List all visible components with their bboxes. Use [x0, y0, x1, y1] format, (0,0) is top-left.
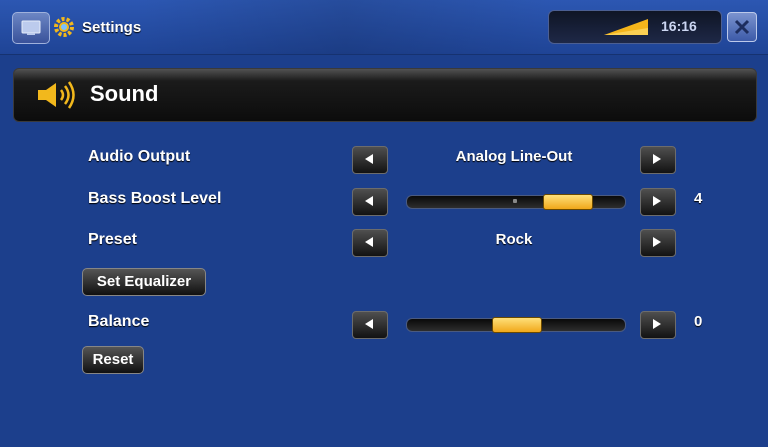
bass-boost-prev-button[interactable] [352, 188, 388, 216]
arrow-left-icon [365, 196, 373, 206]
slider-center-tick [513, 199, 517, 203]
home-icon [21, 20, 41, 35]
section-header: Sound [13, 68, 757, 122]
app-title-text: Settings [82, 18, 142, 36]
arrow-right-icon [653, 319, 661, 329]
audio-output-label: Audio Output [88, 148, 191, 165]
audio-output-prev-button[interactable] [352, 146, 388, 174]
section-title: Sound [90, 81, 159, 106]
close-button[interactable] [727, 12, 757, 42]
audio-output-value: Analog Line-Out [455, 148, 573, 165]
bass-boost-label: Bass Boost Level [88, 190, 222, 207]
arrow-left-icon [365, 319, 373, 329]
clock-time: 16:16 [661, 18, 697, 34]
speaker-icon [38, 81, 75, 109]
audio-output-next-button[interactable] [640, 146, 676, 174]
arrow-left-icon [365, 154, 373, 164]
balance-value: 0 [694, 313, 703, 330]
bass-boost-value: 4 [694, 190, 703, 207]
preset-label: Preset [88, 231, 137, 248]
arrow-left-icon [365, 237, 373, 247]
balance-label: Balance [88, 313, 150, 330]
arrow-right-icon [653, 196, 661, 206]
set-equalizer-button[interactable]: Set Equalizer [82, 268, 206, 296]
preset-prev-button[interactable] [352, 229, 388, 257]
status-box: 16:16 [548, 10, 722, 44]
home-button[interactable] [12, 12, 50, 44]
balance-slider[interactable] [406, 317, 626, 333]
signal-strength-icon [604, 19, 648, 35]
reset-button[interactable]: Reset [82, 346, 144, 374]
bass-boost-next-button[interactable] [640, 188, 676, 216]
close-icon [734, 19, 750, 35]
settings-gear-icon [54, 17, 74, 37]
balance-slider-thumb[interactable] [492, 317, 542, 333]
bass-boost-slider-thumb[interactable] [543, 194, 593, 210]
bass-boost-slider[interactable] [406, 194, 626, 210]
preset-value: Rock [495, 231, 533, 248]
arrow-right-icon [653, 154, 661, 164]
top-bar: Settings 16:16 [0, 0, 768, 55]
app-title: Settings [52, 14, 141, 40]
balance-next-button[interactable] [640, 311, 676, 339]
preset-next-button[interactable] [640, 229, 676, 257]
arrow-right-icon [653, 237, 661, 247]
balance-prev-button[interactable] [352, 311, 388, 339]
top-bar-shade [140, 0, 550, 54]
